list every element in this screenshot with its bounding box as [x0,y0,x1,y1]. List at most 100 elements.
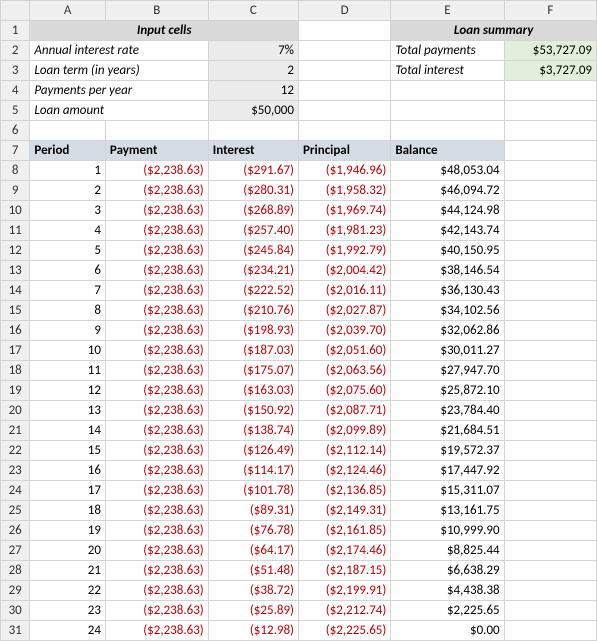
balance-cell[interactable]: $30,011.27 [391,341,504,361]
balance-cell[interactable]: $42,143.74 [391,221,504,241]
principal-cell[interactable]: ($2,075.60) [298,381,390,401]
balance-cell[interactable]: $44,124.98 [391,201,504,221]
row-9-header[interactable]: 9 [1,181,30,201]
cell-F5[interactable] [504,101,596,121]
principal-cell[interactable]: ($2,112.14) [298,441,390,461]
period-cell[interactable]: 15 [30,441,106,461]
principal-cell[interactable]: ($2,199.91) [298,581,390,601]
period-cell[interactable]: 17 [30,481,106,501]
period-cell[interactable]: 12 [30,381,106,401]
payment-cell[interactable]: ($2,238.63) [105,321,208,341]
row-15-header[interactable]: 15 [1,301,30,321]
interest-cell[interactable]: ($64.17) [208,541,298,561]
balance-cell[interactable]: $0.00 [391,621,504,641]
interest-cell[interactable]: ($257.40) [208,221,298,241]
principal-cell[interactable]: ($2,039.70) [298,321,390,341]
principal-cell[interactable]: ($2,063.56) [298,361,390,381]
cell-F4[interactable] [504,81,596,101]
balance-cell[interactable]: $38,146.54 [391,261,504,281]
row-28-header[interactable]: 28 [1,561,30,581]
cell-F31[interactable] [504,621,596,641]
payment-cell[interactable]: ($2,238.63) [105,581,208,601]
col-D[interactable]: D [298,1,390,21]
payment-cell[interactable]: ($2,238.63) [105,221,208,241]
principal-cell[interactable]: ($2,149.31) [298,501,390,521]
cell-F14[interactable] [504,281,596,301]
principal-cell[interactable]: ($2,099.89) [298,421,390,441]
row-29-header[interactable]: 29 [1,581,30,601]
balance-cell[interactable]: $13,161.75 [391,501,504,521]
row-25-header[interactable]: 25 [1,501,30,521]
cell-F7[interactable] [504,141,596,161]
cell-D1[interactable] [298,21,390,41]
period-cell[interactable]: 9 [30,321,106,341]
cell-F19[interactable] [504,381,596,401]
amount-value[interactable]: $50,000 [208,101,298,121]
period-cell[interactable]: 18 [30,501,106,521]
row-23-header[interactable]: 23 [1,461,30,481]
period-cell[interactable]: 13 [30,401,106,421]
principal-cell[interactable]: ($2,212.74) [298,601,390,621]
cell-F26[interactable] [504,521,596,541]
payment-cell[interactable]: ($2,238.63) [105,341,208,361]
principal-cell[interactable]: ($2,027.87) [298,301,390,321]
corner-cell[interactable] [1,1,30,21]
row-31-header[interactable]: 31 [1,621,30,641]
principal-cell[interactable]: ($2,174.46) [298,541,390,561]
payment-cell[interactable]: ($2,238.63) [105,261,208,281]
interest-cell[interactable]: ($76.78) [208,521,298,541]
col-E[interactable]: E [391,1,504,21]
interest-cell[interactable]: ($234.21) [208,261,298,281]
cell-F20[interactable] [504,401,596,421]
principal-cell[interactable]: ($1,946.96) [298,161,390,181]
interest-cell[interactable]: ($51.48) [208,561,298,581]
cell-F9[interactable] [504,181,596,201]
period-cell[interactable]: 2 [30,181,106,201]
period-cell[interactable]: 8 [30,301,106,321]
balance-cell[interactable]: $23,784.40 [391,401,504,421]
row-8-header[interactable]: 8 [1,161,30,181]
cell-F11[interactable] [504,221,596,241]
payment-cell[interactable]: ($2,238.63) [105,461,208,481]
principal-cell[interactable]: ($1,969.74) [298,201,390,221]
interest-cell[interactable]: ($150.92) [208,401,298,421]
period-cell[interactable]: 22 [30,581,106,601]
cell-B6[interactable] [105,121,208,141]
cell-F30[interactable] [504,601,596,621]
interest-cell[interactable]: ($38.72) [208,581,298,601]
payment-cell[interactable]: ($2,238.63) [105,421,208,441]
payment-cell[interactable]: ($2,238.63) [105,201,208,221]
payment-cell[interactable]: ($2,238.63) [105,521,208,541]
row-14-header[interactable]: 14 [1,281,30,301]
cell-E6[interactable] [391,121,504,141]
row-4-header[interactable]: 4 [1,81,30,101]
row-27-header[interactable]: 27 [1,541,30,561]
interest-cell[interactable]: ($280.31) [208,181,298,201]
period-cell[interactable]: 24 [30,621,106,641]
payment-cell[interactable]: ($2,238.63) [105,281,208,301]
period-cell[interactable]: 1 [30,161,106,181]
cell-F16[interactable] [504,321,596,341]
principal-cell[interactable]: ($2,124.46) [298,461,390,481]
balance-cell[interactable]: $40,150.95 [391,241,504,261]
interest-cell[interactable]: ($25.89) [208,601,298,621]
row-5-header[interactable]: 5 [1,101,30,121]
cell-F23[interactable] [504,461,596,481]
balance-cell[interactable]: $27,947.70 [391,361,504,381]
interest-cell[interactable]: ($114.17) [208,461,298,481]
balance-cell[interactable]: $25,872.10 [391,381,504,401]
period-cell[interactable]: 21 [30,561,106,581]
balance-cell[interactable]: $15,311.07 [391,481,504,501]
row-19-header[interactable]: 19 [1,381,30,401]
balance-cell[interactable]: $10,999.90 [391,521,504,541]
balance-cell[interactable]: $4,438.38 [391,581,504,601]
row-11-header[interactable]: 11 [1,221,30,241]
spreadsheet[interactable]: A B C D E F 1 Input cells Loan summary 2… [0,0,597,641]
interest-cell[interactable]: ($222.52) [208,281,298,301]
principal-cell[interactable]: ($1,958.32) [298,181,390,201]
balance-cell[interactable]: $8,825.44 [391,541,504,561]
interest-cell[interactable]: ($175.07) [208,361,298,381]
interest-cell[interactable]: ($210.76) [208,301,298,321]
cell-F21[interactable] [504,421,596,441]
interest-cell[interactable]: ($198.93) [208,321,298,341]
